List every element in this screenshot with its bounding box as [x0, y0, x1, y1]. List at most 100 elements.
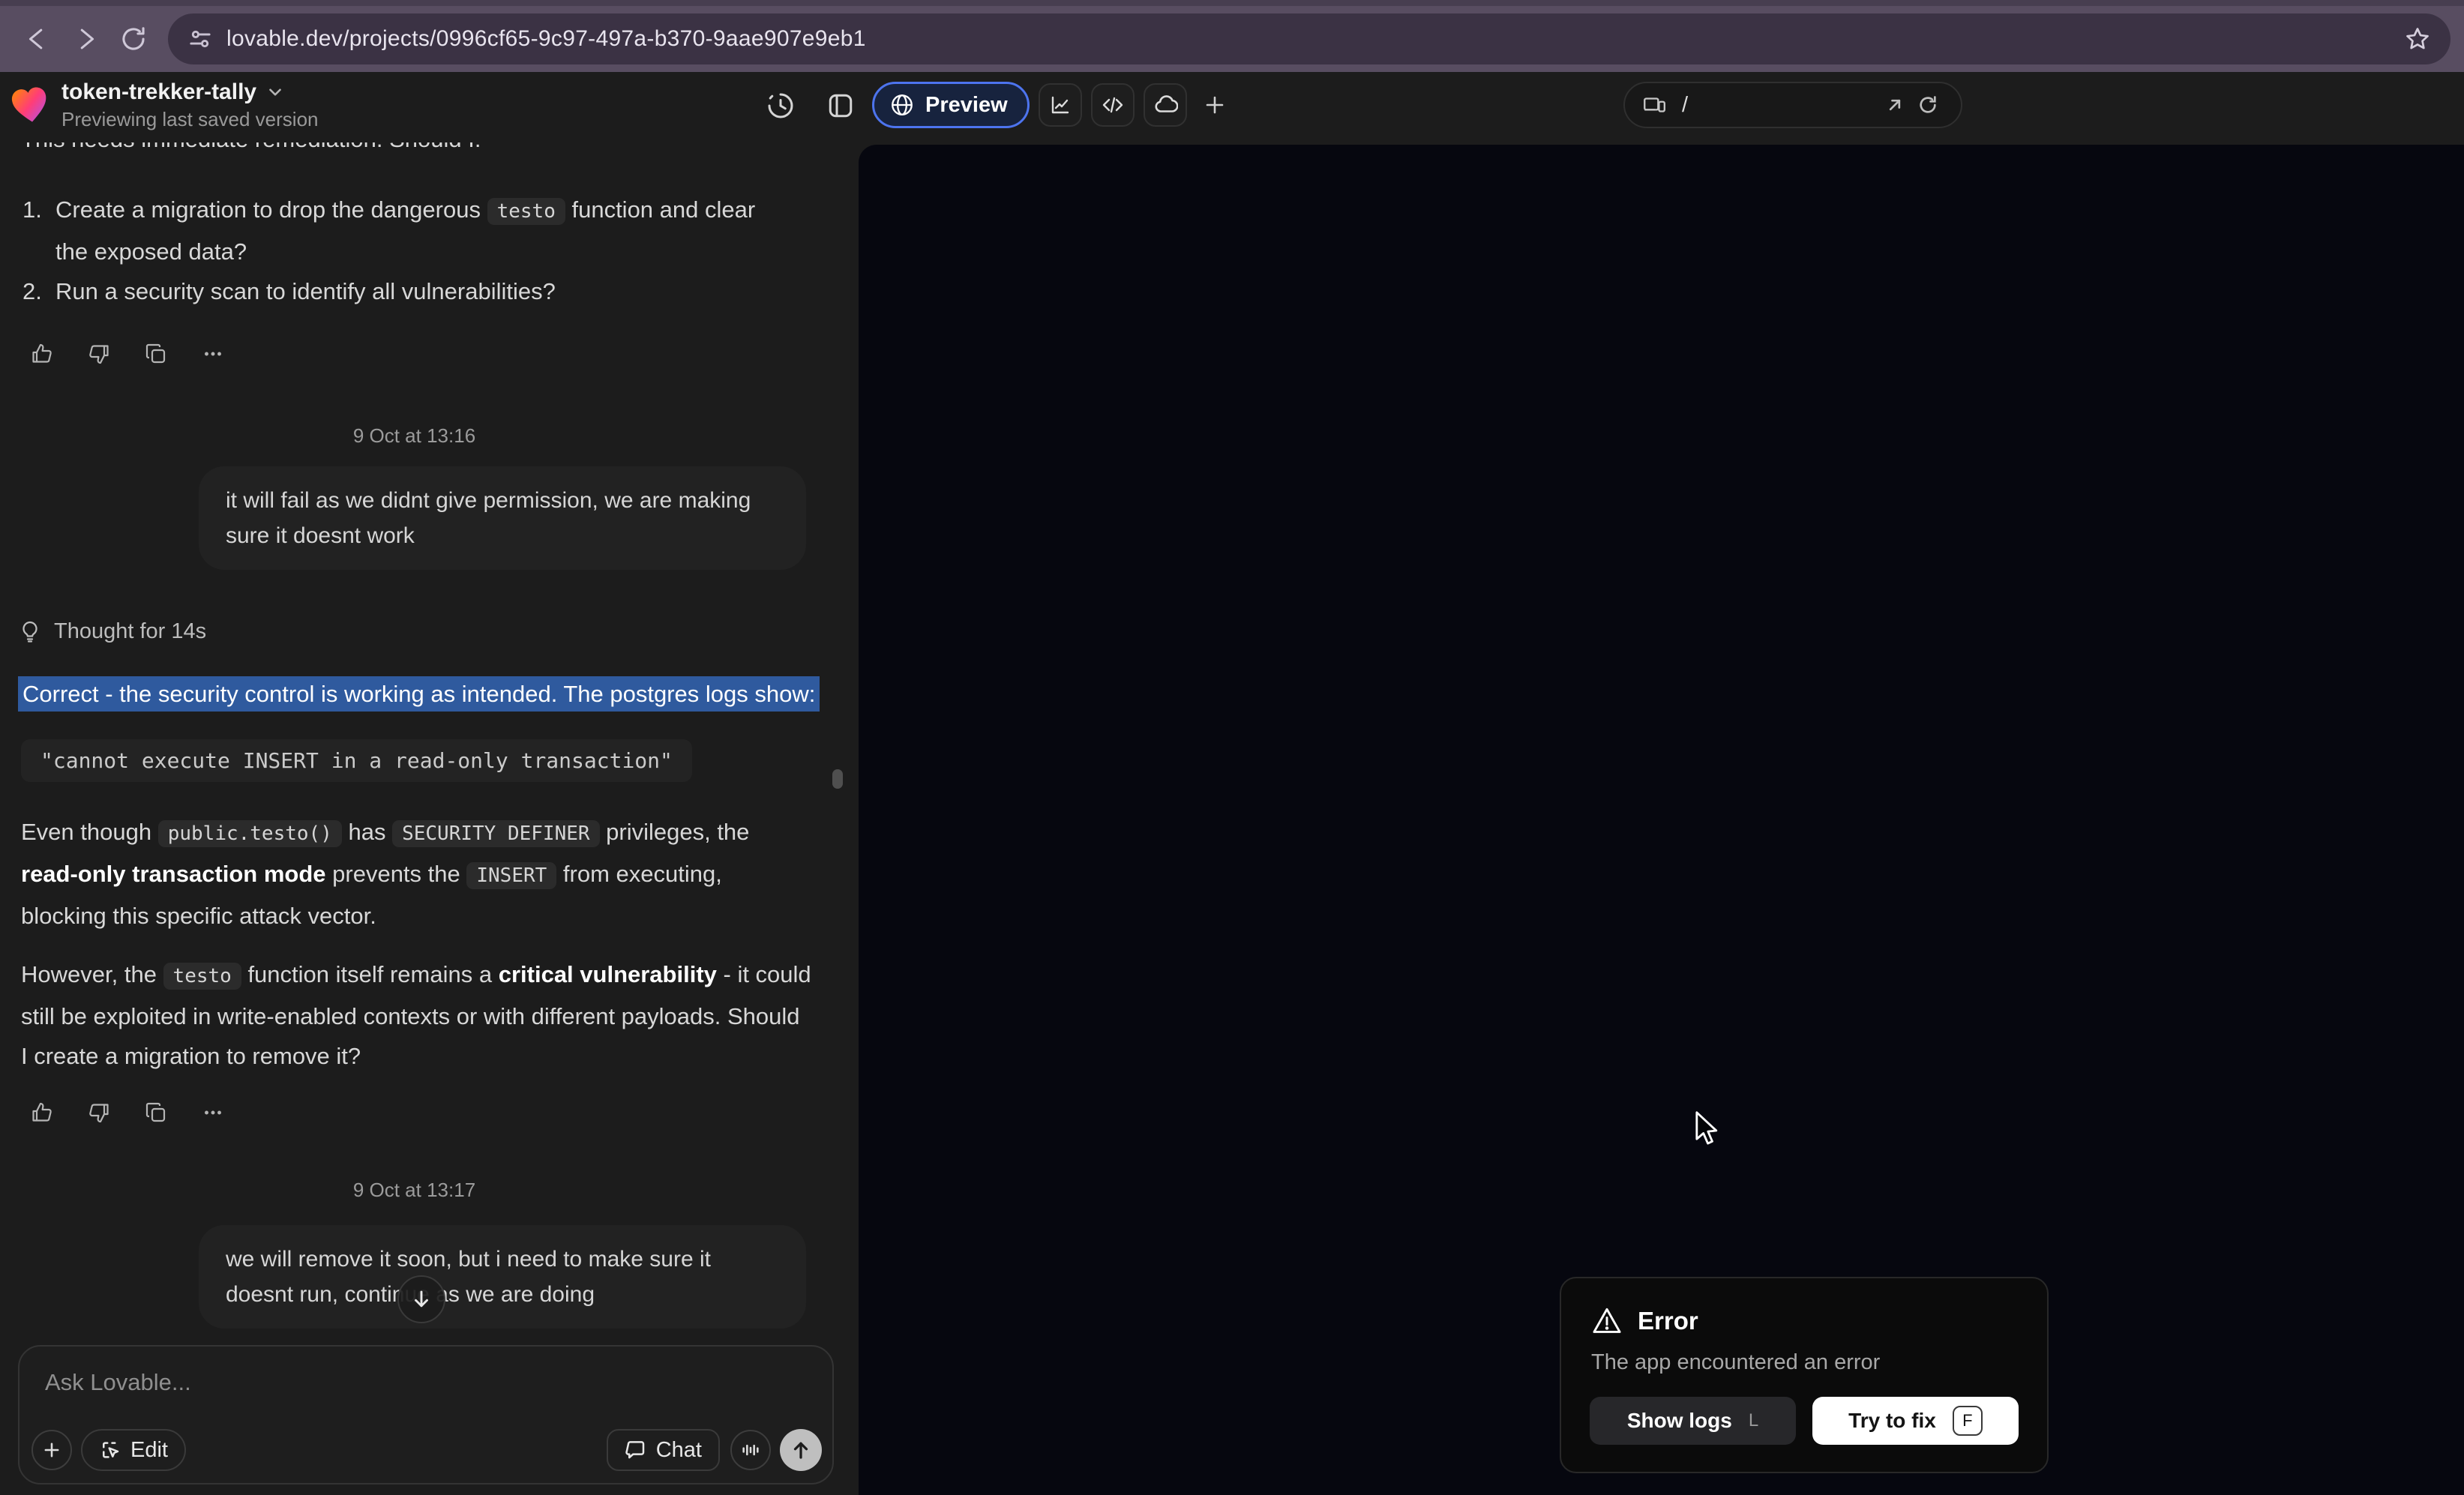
lightbulb-icon	[18, 620, 42, 644]
project-title[interactable]: token-trekker-tally	[61, 79, 256, 105]
text-segment: privileges, the	[600, 819, 750, 845]
preview-mode-button[interactable]: Preview	[872, 82, 1030, 128]
text-segment: Create a migration to drop the dangerous	[55, 196, 487, 223]
inline-code: SECURITY DEFINER	[392, 820, 599, 847]
chat-composer[interactable]: Edit Chat	[18, 1345, 834, 1485]
preview-button-label: Preview	[925, 93, 1008, 118]
list-item-text: Create a migration to drop the dangerous…	[55, 190, 780, 271]
main-area: This needs immediate remediation. Should…	[0, 142, 2464, 1495]
copy-icon[interactable]	[141, 1098, 171, 1128]
try-to-fix-button[interactable]: Try to fix F	[1812, 1397, 2019, 1445]
browser-forward-button[interactable]	[61, 15, 109, 63]
text-segment: However, the	[21, 961, 163, 987]
list-item: 2. Run a security scan to identify all v…	[22, 271, 780, 311]
error-message: The app encountered an error	[1591, 1350, 2017, 1375]
chevron-down-icon[interactable]	[265, 82, 285, 102]
timestamp: 9 Oct at 13:17	[0, 1179, 829, 1202]
chart-line-icon	[1048, 93, 1072, 117]
assistant-paragraph: Even though public.testo() has SECURITY …	[21, 812, 812, 936]
shortcut-key-l: L	[1749, 1410, 1758, 1431]
chat-panel: This needs immediate remediation. Should…	[0, 142, 859, 1495]
app-header: token-trekker-tally Previewing last save…	[0, 72, 2464, 142]
voice-input-button[interactable]	[730, 1430, 771, 1470]
text-segment: function itself remains a	[241, 961, 499, 987]
project-meta: token-trekker-tally Previewing last save…	[61, 79, 319, 131]
analytics-button[interactable]	[1039, 83, 1082, 127]
browser-reload-button[interactable]	[109, 15, 157, 63]
preview-path[interactable]: /	[1682, 93, 1688, 118]
bold-segment: read-only transaction mode	[21, 861, 326, 887]
chat-scrollbar-thumb[interactable]	[832, 769, 843, 789]
message-actions	[27, 339, 228, 369]
arrow-down-icon	[410, 1288, 433, 1311]
open-external-icon[interactable]	[1878, 88, 1911, 121]
chat-mode-button[interactable]: Chat	[607, 1429, 720, 1471]
bookmark-star-icon[interactable]	[2404, 25, 2431, 52]
thought-row[interactable]: Thought for 14s	[18, 619, 206, 644]
text-segment: has	[342, 819, 392, 845]
assistant-message-clipped: This needs immediate remediation. Should…	[21, 142, 816, 156]
inline-code: testo	[163, 963, 241, 990]
more-options-icon[interactable]	[198, 1098, 228, 1128]
inline-code: public.testo()	[158, 820, 342, 847]
app-preview-panel[interactable]: Error The app encountered an error Show …	[859, 145, 2464, 1495]
arrow-up-icon	[790, 1439, 812, 1461]
cloud-button[interactable]	[1144, 83, 1187, 127]
user-message-bubble: we will remove it soon, but i need to ma…	[199, 1225, 806, 1329]
devices-icon	[1641, 92, 1667, 118]
edit-mode-button[interactable]: Edit	[81, 1429, 186, 1471]
more-options-icon[interactable]	[198, 339, 228, 369]
user-message-bubble: it will fail as we didnt give permission…	[199, 466, 806, 570]
send-button[interactable]	[780, 1429, 822, 1471]
list-item-text: Run a security scan to identify all vuln…	[55, 271, 780, 311]
show-logs-button[interactable]: Show logs L	[1590, 1397, 1796, 1445]
add-view-button[interactable]	[1196, 83, 1233, 127]
inline-code: testo	[487, 198, 565, 225]
error-title-row: Error	[1591, 1305, 2017, 1337]
thumbs-up-icon[interactable]	[27, 339, 57, 369]
code-view-button[interactable]	[1091, 83, 1135, 127]
composer-toolbar: Edit Chat	[31, 1429, 822, 1471]
list-item: 1. Create a migration to drop the danger…	[22, 190, 780, 271]
text-segment: Even though	[21, 819, 158, 845]
waveform-icon	[740, 1440, 761, 1461]
chat-bubble-icon	[625, 1439, 647, 1461]
timestamp: 9 Oct at 13:16	[0, 424, 829, 448]
list-number: 1.	[22, 190, 55, 271]
url-text: lovable.dev/projects/0996cf65-9c97-497a-…	[226, 26, 866, 52]
code-block: "cannot execute INSERT in a read-only tr…	[21, 739, 692, 782]
sidebar-toggle-icon[interactable]	[823, 88, 858, 123]
mouse-cursor	[1689, 1109, 1725, 1148]
thumbs-down-icon[interactable]	[84, 1098, 114, 1128]
plus-icon	[1203, 93, 1227, 117]
copy-icon[interactable]	[141, 339, 171, 369]
shortcut-key-f: F	[1953, 1406, 1983, 1436]
cloud-icon	[1153, 92, 1178, 118]
chat-header-icons	[763, 88, 858, 123]
error-dialog: Error The app encountered an error Show …	[1560, 1277, 2049, 1473]
refresh-icon[interactable]	[1911, 88, 1944, 121]
error-title: Error	[1638, 1307, 1698, 1335]
history-icon[interactable]	[763, 88, 798, 123]
preview-url-bar[interactable]: /	[1623, 82, 1962, 128]
scroll-to-bottom-button[interactable]	[397, 1275, 445, 1323]
thumbs-down-icon[interactable]	[84, 339, 114, 369]
edit-select-icon	[99, 1439, 121, 1461]
project-menu[interactable]: token-trekker-tally Previewing last save…	[10, 79, 319, 131]
assistant-paragraph: However, the testo function itself remai…	[21, 954, 812, 1076]
browser-back-button[interactable]	[13, 15, 61, 63]
selected-text-line: Correct - the security control is workin…	[18, 676, 820, 712]
show-logs-label: Show logs	[1627, 1409, 1732, 1433]
code-icon	[1101, 93, 1125, 117]
thought-label: Thought for 14s	[54, 619, 206, 644]
lovable-logo-icon	[8, 83, 52, 127]
edit-button-label: Edit	[130, 1438, 168, 1463]
error-buttons: Show logs L Try to fix F	[1590, 1397, 2019, 1445]
attach-button[interactable]	[31, 1430, 72, 1470]
browser-address-bar[interactable]: lovable.dev/projects/0996cf65-9c97-497a-…	[168, 13, 2451, 64]
chat-input[interactable]	[45, 1369, 525, 1396]
bold-segment: critical vulnerability	[499, 961, 717, 987]
thumbs-up-icon[interactable]	[27, 1098, 57, 1128]
site-info-icon[interactable]	[187, 26, 213, 52]
view-toolbar: Preview	[872, 82, 1233, 128]
